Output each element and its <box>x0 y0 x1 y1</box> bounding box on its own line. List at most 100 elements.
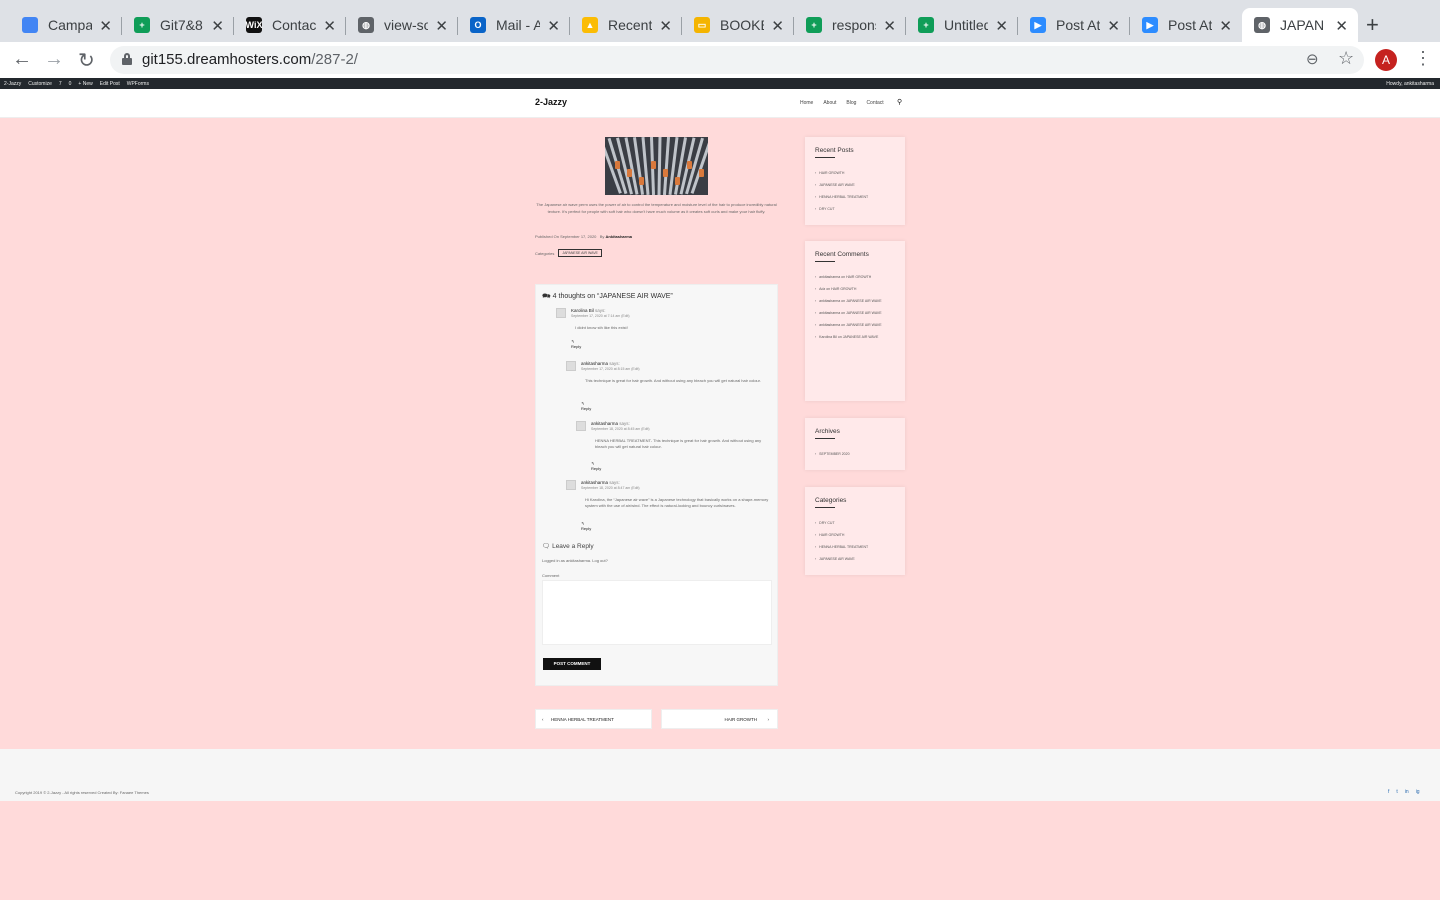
url-text[interactable]: git155.dreamhosters.com/287-2/ <box>142 51 358 68</box>
browser-tab[interactable]: + Untitled ✕ <box>906 8 1018 42</box>
site-title[interactable]: 2-Jazzy <box>535 97 567 107</box>
comment-date-link[interactable]: September 18, 2020 at 8:47 am <box>581 486 630 490</box>
recent-comment-item[interactable]: › ankitasharma on JAPANESE AIR WAVE <box>815 295 899 307</box>
recent-comment-author[interactable]: ankitasharma <box>819 275 840 279</box>
comment-edit-link[interactable]: (Edit) <box>641 427 649 431</box>
admin-bar-item[interactable]: 7 <box>59 81 62 87</box>
comment-reply-link[interactable]: ↰ Reply <box>581 401 591 411</box>
category-tag[interactable]: JAPANESE AIR WAVE <box>558 249 602 257</box>
nav-link[interactable]: Home <box>800 100 813 106</box>
comment-reply-link[interactable]: ↰ Reply <box>581 521 591 531</box>
browser-tab[interactable]: ▶ Post Att ✕ <box>1018 8 1130 42</box>
browser-tab[interactable]: ◍ view-so ✕ <box>346 8 458 42</box>
nav-link[interactable]: Contact <box>866 100 883 106</box>
forward-arrow-icon[interactable]: → <box>44 48 64 71</box>
back-arrow-icon[interactable]: ← <box>12 48 32 71</box>
comment-edit-link[interactable]: (Edit) <box>621 314 629 318</box>
close-icon[interactable]: ✕ <box>1219 17 1232 35</box>
sidebar-link[interactable]: › HENNA HERBAL TREATMENT <box>815 541 899 553</box>
twitter-icon[interactable]: t <box>1396 789 1397 795</box>
nav-link[interactable]: Blog <box>846 100 856 106</box>
comment-author-name[interactable]: Karolina Bil <box>571 308 594 313</box>
recent-comment-post[interactable]: JAPANESE AIR WAVE <box>846 323 882 327</box>
sidebar-link[interactable]: › HENNA HERBAL TREATMENT <box>815 191 899 203</box>
sidebar-link[interactable]: › September 2020 <box>815 448 899 460</box>
sidebar-link[interactable]: › DRY CUT <box>815 203 899 215</box>
recent-comment-author[interactable]: Karolina Bil <box>819 335 837 339</box>
close-icon[interactable]: ✕ <box>995 17 1008 35</box>
recent-comment-item[interactable]: › ankitasharma on HAIR GROWTH <box>815 271 899 283</box>
address-bar[interactable]: git155.dreamhosters.com/287-2/ ⊖ ☆ <box>110 46 1364 74</box>
post-author[interactable]: Ankitasharma <box>606 234 632 239</box>
zoom-icon[interactable]: ⊖ <box>1306 50 1319 68</box>
admin-bar-item[interactable]: WPForms <box>127 81 149 87</box>
profile-avatar[interactable]: A <box>1375 49 1397 71</box>
browser-tab[interactable]: ▶ Post Att ✕ <box>1130 8 1242 42</box>
comment-date-link[interactable]: September 17, 2020 at 8:15 am <box>581 367 630 371</box>
close-icon[interactable]: ✕ <box>211 17 224 35</box>
recent-comment-author[interactable]: Adz <box>819 287 825 291</box>
browser-tab[interactable]: ◍ JAPANE ✕ <box>1242 8 1358 42</box>
sidebar-link[interactable]: › JAPANESE AIR WAVE <box>815 553 899 565</box>
reload-icon[interactable]: ↻ <box>78 48 95 73</box>
comment-author-name[interactable]: ankitasharma <box>591 421 618 426</box>
comment-textarea[interactable] <box>542 580 772 645</box>
browser-tab[interactable]: ▭ BOOKBO ✕ <box>682 8 794 42</box>
previous-post-link[interactable]: ‹ HENNA HERBAL TREATMENT <box>535 709 652 729</box>
recent-comment-post[interactable]: JAPANESE AIR WAVE <box>846 299 882 303</box>
admin-bar-item[interactable]: Customize <box>28 81 52 87</box>
recent-comment-author[interactable]: ankitasharma <box>819 323 840 327</box>
new-tab-button[interactable]: + <box>1366 12 1379 38</box>
nav-link[interactable]: About <box>823 100 836 106</box>
recent-comment-item[interactable]: › Karolina Bil on JAPANESE AIR WAVE <box>815 331 899 343</box>
close-icon[interactable]: ✕ <box>659 17 672 35</box>
recent-comment-post[interactable]: HAIR GROWTH <box>831 287 856 291</box>
recent-comment-item[interactable]: › ankitasharma on JAPANESE AIR WAVE <box>815 319 899 331</box>
comment-reply-link[interactable]: ↰ Reply <box>591 461 601 471</box>
browser-tab[interactable]: ▲ Recent - ✕ <box>570 8 682 42</box>
comment-date-link[interactable]: September 17, 2020 at 7:14 am <box>571 314 620 318</box>
linkedin-icon[interactable]: in <box>1405 789 1409 795</box>
admin-bar-item[interactable]: Edit Post <box>100 81 120 87</box>
browser-tab[interactable]: WiX Contact ✕ <box>234 8 346 42</box>
sidebar-link[interactable]: › HAIR GROWTH <box>815 529 899 541</box>
admin-howdy[interactable]: Howdy, ankitasharma <box>1386 81 1434 87</box>
browser-tab[interactable]: + Git7&8 M ✕ <box>122 8 234 42</box>
search-icon[interactable]: ⚲ <box>897 98 902 106</box>
close-icon[interactable]: ✕ <box>771 17 784 35</box>
comment-reply-link[interactable]: ↰ Reply <box>571 339 581 349</box>
sidebar-link[interactable]: › JAPANESE AIR WAVE <box>815 179 899 191</box>
browser-tab[interactable]: O Mail - Ar ✕ <box>458 8 570 42</box>
post-comment-button[interactable]: POST COMMENT <box>543 658 601 670</box>
browser-menu-icon[interactable]: ⋮ <box>1414 48 1432 69</box>
admin-bar-item[interactable]: + New <box>78 81 92 87</box>
admin-bar-item[interactable]: 0 <box>69 81 72 87</box>
browser-tab[interactable]: + respons ✕ <box>794 8 906 42</box>
sidebar-link[interactable]: › DRY CUT <box>815 517 899 529</box>
bookmark-star-icon[interactable]: ☆ <box>1338 48 1354 69</box>
close-icon[interactable]: ✕ <box>435 17 448 35</box>
close-icon[interactable]: ✕ <box>1335 17 1348 35</box>
close-icon[interactable]: ✕ <box>323 17 336 35</box>
comment-edit-link[interactable]: (Edit) <box>631 367 639 371</box>
comment-edit-link[interactable]: (Edit) <box>631 486 639 490</box>
recent-comment-post[interactable]: HAIR GROWTH <box>846 275 871 279</box>
facebook-icon[interactable]: f <box>1388 789 1389 795</box>
recent-comment-item[interactable]: › ankitasharma on JAPANESE AIR WAVE <box>815 307 899 319</box>
close-icon[interactable]: ✕ <box>1107 17 1120 35</box>
recent-comment-item[interactable]: › Adz on HAIR GROWTH <box>815 283 899 295</box>
recent-comment-post[interactable]: JAPANESE AIR WAVE <box>843 335 879 339</box>
recent-comment-author[interactable]: ankitasharma <box>819 311 840 315</box>
published-date[interactable]: September 17, 2020 <box>560 234 596 239</box>
admin-bar-item[interactable]: 2-Jazzy <box>4 81 21 87</box>
close-icon[interactable]: ✕ <box>883 17 896 35</box>
browser-tab[interactable]: Campaig ✕ <box>10 8 122 42</box>
recent-comment-author[interactable]: ankitasharma <box>819 299 840 303</box>
comment-author-name[interactable]: ankitasharma <box>581 361 608 366</box>
logged-in-note[interactable]: Logged in as ankitasharma. Log out? <box>542 558 608 563</box>
recent-comment-post[interactable]: JAPANESE AIR WAVE <box>846 311 882 315</box>
sidebar-link[interactable]: › HAIR GROWTH <box>815 167 899 179</box>
close-icon[interactable]: ✕ <box>547 17 560 35</box>
instagram-icon[interactable]: ig <box>1416 789 1420 795</box>
comment-author-name[interactable]: ankitasharma <box>581 480 608 485</box>
